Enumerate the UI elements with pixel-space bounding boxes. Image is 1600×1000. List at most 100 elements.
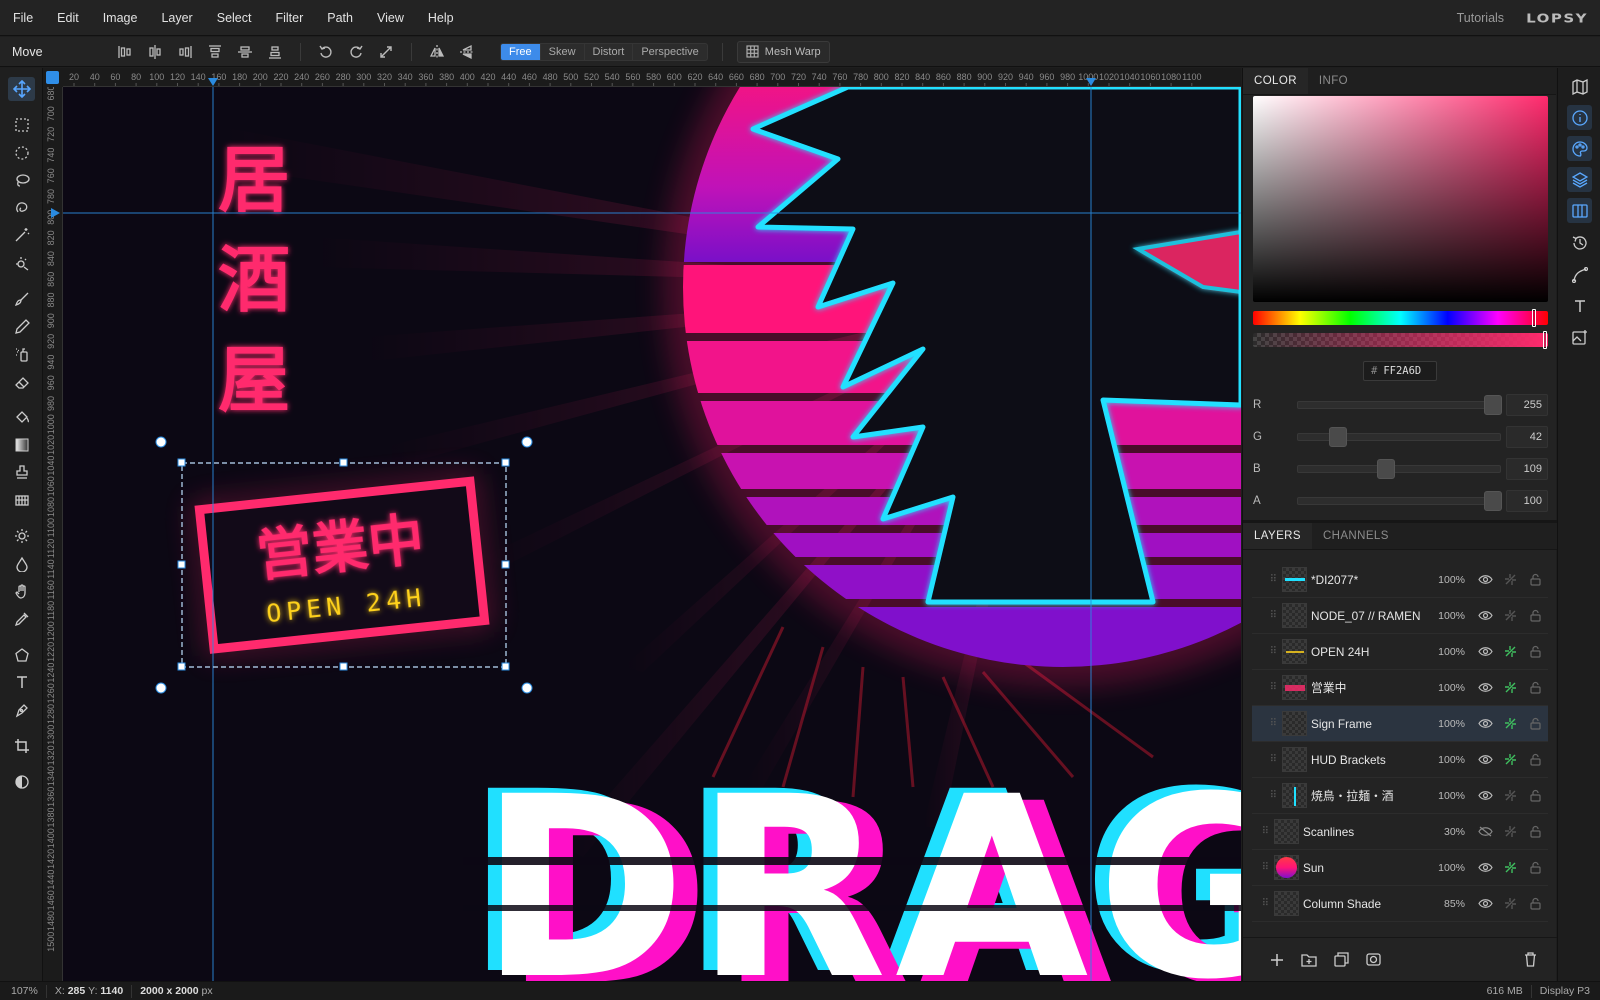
rotate-ccw-icon[interactable] [314, 40, 338, 64]
ruler-corner[interactable] [43, 68, 63, 87]
handle-right[interactable] [501, 560, 510, 569]
hex-input[interactable]: # FF2A6D [1363, 361, 1437, 381]
handle-bottom[interactable] [339, 662, 348, 671]
alpha-slider[interactable] [1253, 331, 1548, 349]
guide-marker-2[interactable] [1086, 78, 1096, 86]
eye-icon[interactable] [1473, 754, 1498, 765]
duplicate-layer-icon[interactable] [1325, 952, 1357, 967]
mode-skew-button[interactable]: Skew [541, 43, 585, 60]
color-palette-icon[interactable] [1567, 136, 1592, 161]
layer-opacity[interactable]: 100% [1423, 682, 1465, 694]
menu-select[interactable]: Select [205, 0, 264, 36]
eye-icon[interactable] [1473, 610, 1498, 621]
link-icon[interactable] [1498, 861, 1523, 874]
menu-filter[interactable]: Filter [263, 0, 315, 36]
eye-icon[interactable] [1473, 790, 1498, 801]
lock-icon[interactable] [1523, 717, 1548, 730]
paths-panel-icon[interactable] [1567, 262, 1592, 287]
eye-off-icon[interactable] [1473, 826, 1498, 837]
menu-view[interactable]: View [365, 0, 416, 36]
mode-perspective-button[interactable]: Perspective [633, 44, 706, 60]
link-icon[interactable] [1498, 573, 1523, 586]
drag-handle-icon[interactable]: ⠿ [1252, 610, 1282, 621]
lock-icon[interactable] [1523, 825, 1548, 838]
document-canvas[interactable]: 一 居 酒 屋 営業中 OPEN 24H DRAG DRAG DRAG [63, 87, 1241, 981]
layer-row[interactable]: ⠿ 焼鳥・拉麺・酒 100% [1252, 778, 1548, 814]
lock-icon[interactable] [1523, 789, 1548, 802]
image-adjust-icon[interactable] [1567, 324, 1592, 349]
layer-opacity[interactable]: 100% [1423, 862, 1465, 874]
channels-panel-icon[interactable] [1567, 198, 1592, 223]
handle-bottom-left[interactable] [177, 662, 186, 671]
navigator-map-icon[interactable] [1567, 74, 1592, 99]
align-top-icon[interactable] [203, 40, 227, 64]
channel-thumb[interactable] [1377, 459, 1396, 479]
contrast-toggle-icon[interactable] [8, 770, 35, 794]
mesh-warp-button[interactable]: Mesh Warp [736, 40, 830, 63]
layer-row[interactable]: ⠿ Column Shade 85% [1252, 886, 1548, 922]
drag-handle-icon[interactable]: ⠿ [1252, 898, 1274, 909]
hand-icon[interactable] [8, 579, 35, 603]
tab-channels[interactable]: CHANNELS [1312, 523, 1400, 549]
character-panel-icon[interactable] [1567, 293, 1592, 318]
link-icon[interactable] [1498, 645, 1523, 658]
layer-opacity[interactable]: 85% [1423, 898, 1465, 910]
magic-wand-icon[interactable] [8, 223, 35, 247]
link-icon[interactable] [1498, 753, 1523, 766]
drag-handle-icon[interactable]: ⠿ [1252, 718, 1282, 729]
rotate-handle-top-right[interactable] [521, 436, 533, 448]
layer-mask-icon[interactable] [1357, 953, 1389, 966]
handle-bottom-right[interactable] [501, 662, 510, 671]
layer-row[interactable]: ⠿ *DI2077* 100% [1252, 562, 1548, 598]
move-tool-icon[interactable] [8, 77, 35, 101]
channel-thumb[interactable] [1328, 427, 1347, 447]
pencil-icon[interactable] [8, 315, 35, 339]
layer-opacity[interactable]: 100% [1423, 574, 1465, 586]
pen-tool-icon[interactable] [8, 698, 35, 722]
handle-left[interactable] [177, 560, 186, 569]
tab-layers[interactable]: LAYERS [1243, 523, 1312, 549]
layer-row[interactable]: ⠿ HUD Brackets 100% [1252, 742, 1548, 778]
layer-opacity[interactable]: 100% [1423, 610, 1465, 622]
eye-icon[interactable] [1473, 574, 1498, 585]
info-panel-icon[interactable] [1567, 105, 1592, 130]
rect-marquee-icon[interactable] [8, 113, 35, 137]
menu-layer[interactable]: Layer [149, 0, 204, 36]
mode-distort-button[interactable]: Distort [585, 43, 634, 60]
scale-icon[interactable] [374, 40, 398, 64]
layer-opacity[interactable]: 100% [1423, 754, 1465, 766]
spray-icon[interactable] [8, 342, 35, 366]
flip-horizontal-icon[interactable] [425, 40, 449, 64]
lock-icon[interactable] [1523, 897, 1548, 910]
menu-help[interactable]: Help [416, 0, 466, 36]
eye-icon[interactable] [1473, 646, 1498, 657]
blur-drop-icon[interactable] [8, 552, 35, 576]
handle-top-right[interactable] [501, 458, 510, 467]
layer-row[interactable]: ⠿ NODE_07 // RAMEN 100% [1252, 598, 1548, 634]
ellipse-marquee-icon[interactable] [8, 141, 35, 165]
link-icon[interactable] [1498, 609, 1523, 622]
align-center-h-icon[interactable] [143, 40, 167, 64]
crop-icon[interactable] [8, 734, 35, 758]
channel-thumb[interactable] [1484, 491, 1502, 511]
paint-bucket-icon[interactable] [8, 405, 35, 429]
align-left-icon[interactable] [113, 40, 137, 64]
drag-handle-icon[interactable]: ⠿ [1252, 790, 1282, 801]
layer-row[interactable]: ⠿ Sign Frame 100% [1252, 706, 1548, 742]
rotate-cw-icon[interactable] [344, 40, 368, 64]
quick-select-icon[interactable] [8, 251, 35, 275]
menu-path[interactable]: Path [315, 0, 365, 36]
link-icon[interactable] [1498, 717, 1523, 730]
channel-thumb[interactable] [1484, 395, 1502, 415]
tutorials-link[interactable]: Tutorials [1457, 11, 1504, 25]
zoom-level[interactable]: 107% [11, 985, 38, 997]
alpha-knob[interactable] [1543, 331, 1547, 349]
magnetic-lasso-icon[interactable] [8, 196, 35, 220]
rotate-handle-bottom-left[interactable] [155, 682, 167, 694]
dodge-icon[interactable] [8, 524, 35, 548]
add-layer-icon[interactable] [1261, 953, 1293, 967]
lock-icon[interactable] [1523, 645, 1548, 658]
lock-icon[interactable] [1523, 753, 1548, 766]
eye-icon[interactable] [1473, 718, 1498, 729]
channel-slider[interactable] [1297, 459, 1501, 479]
